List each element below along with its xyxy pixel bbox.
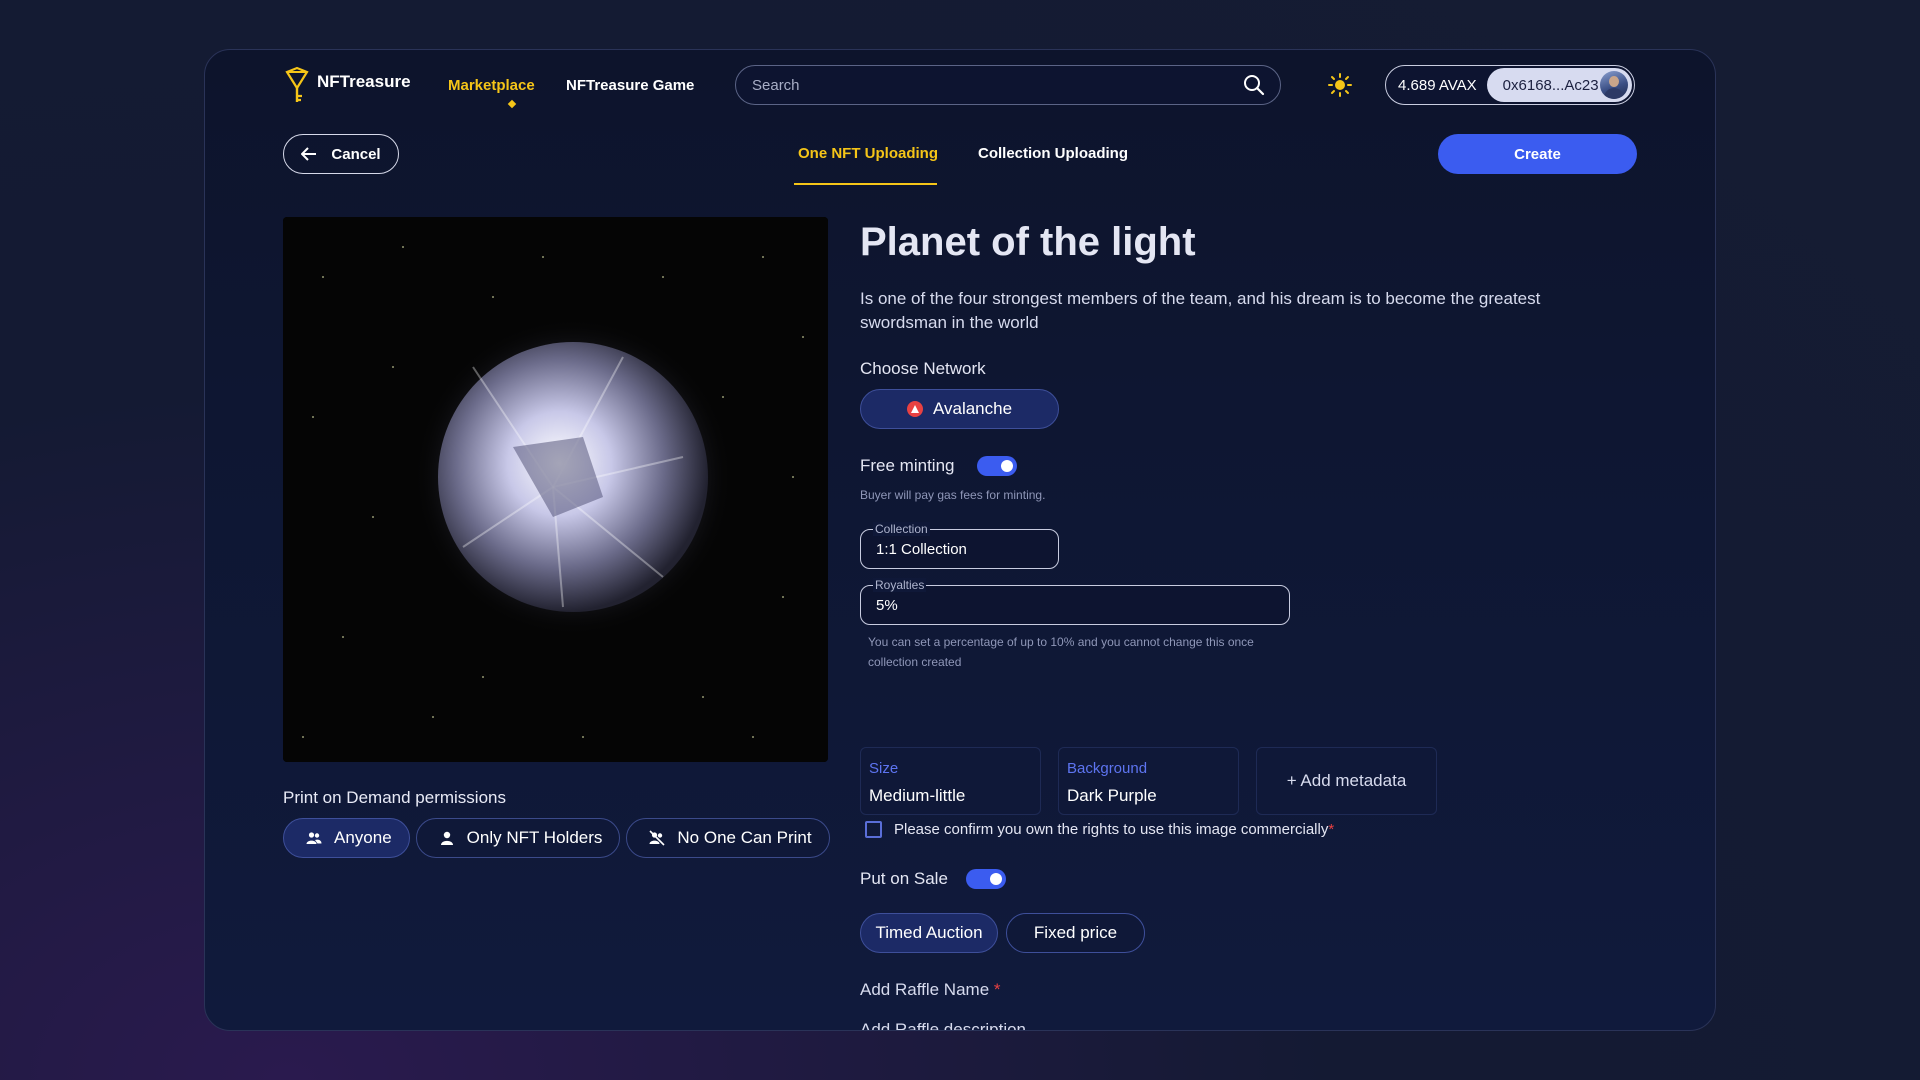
wallet-balance: 4.689 AVAX [1398,76,1477,94]
pod-option-anyone[interactable]: Anyone [283,818,410,858]
put-on-sale-toggle[interactable] [966,869,1006,889]
theme-toggle-button[interactable] [1327,72,1353,98]
planet-artwork [283,217,828,762]
brand-logo[interactable]: NFTreasure [283,66,411,106]
metadata-value: Dark Purple [1067,786,1157,805]
search-button[interactable] [1242,73,1266,97]
nft-title: Planet of the light [860,220,1196,264]
wallet-widget[interactable]: 4.689 AVAX 0x6168...Ac23 [1385,65,1635,105]
nav-marketplace[interactable]: Marketplace [448,77,535,94]
royalties-hint: You can set a percentage of up to 10% an… [868,635,1254,669]
royalties-field: Royalties [860,578,1290,625]
search-icon [1244,75,1265,96]
print-on-demand-options: Anyone Only NFT Holders No One Can Print [283,818,830,858]
add-metadata-button[interactable]: + Add metadata [1256,747,1437,815]
nft-description: Is one of the four strongest members of … [860,289,1541,332]
required-mark: * [993,980,1001,999]
avalanche-icon [906,401,923,417]
free-minting-label: Free minting [860,456,955,475]
nft-image-preview [283,217,828,762]
treasure-key-icon [285,66,309,102]
user-icon [440,831,453,845]
metadata-key: Size [869,760,899,777]
choose-network-label: Choose Network [860,359,986,378]
sun-icon [1328,73,1352,97]
cancel-label: Cancel [331,145,381,163]
pod-option-label: Only NFT Holders [466,828,603,847]
pod-option-label: Anyone [334,828,392,847]
metadata-value: Medium-little [869,786,966,805]
search-input[interactable] [752,76,1242,94]
wallet-address-pill[interactable]: 0x6168...Ac23 [1486,68,1632,102]
pod-option-only-nft-holders[interactable]: Only NFT Holders [415,818,621,858]
tab-one-nft-uploading[interactable]: One NFT Uploading [798,145,938,162]
metadata-key: Background [1067,760,1148,777]
brand-name: NFTreasure [317,72,411,91]
tab-collection-uploading[interactable]: Collection Uploading [978,145,1128,162]
pod-option-label: No One Can Print [677,828,812,847]
collection-field-label: Collection [873,522,930,536]
print-on-demand-label: Print on Demand permissions [283,788,506,807]
wallet-address: 0x6168...Ac23 [1502,76,1599,94]
app-window: NFTreasure Marketplace NFTreasure Game 4… [204,49,1716,1031]
nav-nftreasure-game[interactable]: NFTreasure Game [566,77,694,94]
free-minting-hint: Buyer will pay gas fees for minting. [860,488,1046,502]
arrow-left-icon [301,147,317,161]
rights-confirm-label: Please confirm you own the rights to use… [894,821,1334,838]
network-option-avalanche[interactable]: Avalanche [860,389,1059,429]
raffle-name-label[interactable]: Add Raffle Name * [860,980,1001,1000]
sale-type-fixed-price[interactable]: Fixed price [1006,913,1145,953]
search-bar [735,65,1281,105]
free-minting-toggle[interactable] [977,456,1017,476]
raffle-name-text: Add Raffle Name [860,980,990,999]
network-selected-label: Avalanche [932,399,1013,418]
users-off-icon [649,830,665,846]
create-button[interactable]: Create [1438,134,1637,174]
avatar [1600,71,1628,99]
pod-option-no-one-can-print[interactable]: No One Can Print [626,818,830,858]
rights-confirm-checkbox[interactable] [865,821,882,838]
collection-field: Collection [860,522,1059,569]
active-tab-underline [794,183,937,185]
users-icon [306,832,322,844]
royalties-field-label: Royalties [873,578,927,592]
metadata-item-size[interactable]: Size Medium-little [860,747,1041,815]
metadata-item-background[interactable]: Background Dark Purple [1058,747,1239,815]
sale-type-timed-auction[interactable]: Timed Auction [860,913,998,953]
raffle-description-label[interactable]: Add Raffle description [860,1020,1026,1030]
put-on-sale-label: Put on Sale [860,869,948,888]
rights-confirm-text: Please confirm you own the rights to use… [894,821,1329,838]
required-mark: * [1328,821,1335,838]
cancel-button[interactable]: Cancel [283,134,399,174]
